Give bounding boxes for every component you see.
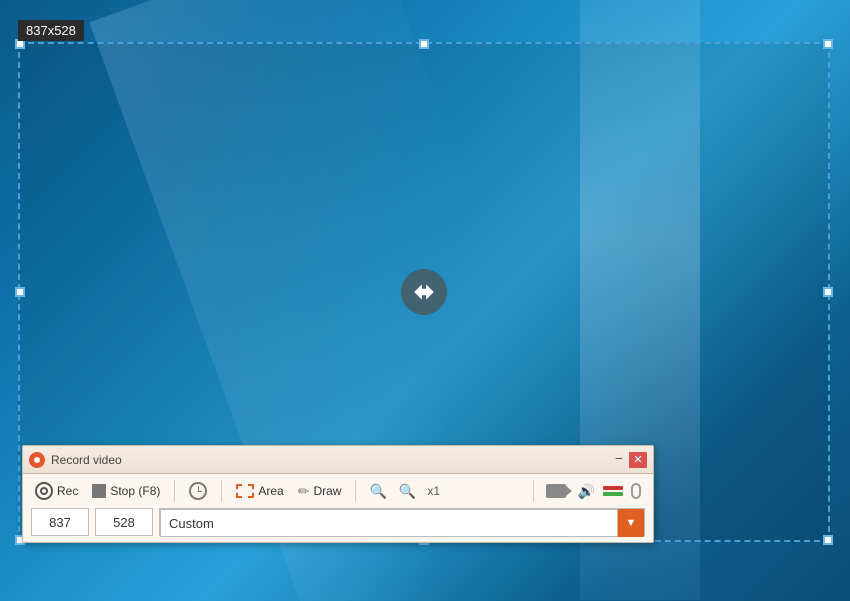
app-icon bbox=[29, 452, 45, 468]
preset-select[interactable]: Custom bbox=[160, 509, 618, 537]
zoom-in-button[interactable]: 🔍 bbox=[366, 481, 389, 502]
microphone-icon bbox=[631, 483, 641, 499]
preset-label: Custom bbox=[169, 516, 214, 531]
preset-dropdown-arrow[interactable]: ▼ bbox=[618, 509, 644, 537]
pencil-icon: ✏ bbox=[298, 483, 310, 500]
handle-top-right[interactable] bbox=[823, 39, 833, 49]
stop-button[interactable]: Stop (F8) bbox=[88, 482, 164, 500]
minimize-button[interactable]: − bbox=[611, 452, 627, 468]
handle-middle-right[interactable] bbox=[823, 287, 833, 297]
titlebar-title: Record video bbox=[51, 453, 122, 467]
clock-icon bbox=[189, 482, 207, 500]
level-green bbox=[603, 492, 623, 496]
speaker-icon: 🔊 bbox=[578, 483, 595, 500]
stop-label: Stop (F8) bbox=[110, 484, 160, 498]
level-red bbox=[603, 486, 623, 490]
height-input[interactable] bbox=[95, 508, 153, 536]
zoom-out-icon: 🔍 bbox=[399, 483, 416, 499]
zoom-out-button[interactable]: 🔍 bbox=[396, 481, 419, 502]
titlebar-buttons: − ✕ bbox=[611, 452, 647, 468]
divider-1 bbox=[174, 480, 175, 502]
audio-levels bbox=[603, 486, 623, 496]
draw-button[interactable]: ✏ Draw bbox=[294, 481, 346, 502]
camera-icon bbox=[546, 484, 566, 498]
zoom-level-label: x1 bbox=[425, 484, 442, 498]
width-input[interactable] bbox=[31, 508, 89, 536]
handle-middle-left[interactable] bbox=[15, 287, 25, 297]
draw-label: Draw bbox=[313, 484, 341, 498]
dimension-label: 837x528 bbox=[18, 20, 84, 41]
dimensions-row: Custom ▼ bbox=[31, 508, 645, 536]
desktop-background: 837x528 Record video − ✕ bbox=[0, 0, 850, 601]
handle-top-middle[interactable] bbox=[419, 39, 429, 49]
camera-button[interactable] bbox=[542, 482, 570, 500]
titlebar-left: Record video bbox=[29, 452, 122, 468]
divider-3 bbox=[355, 480, 356, 502]
rec-circle-icon bbox=[35, 482, 53, 500]
stop-icon bbox=[92, 484, 106, 498]
mic-button[interactable] bbox=[627, 481, 645, 501]
divider-4 bbox=[533, 480, 534, 502]
close-button[interactable]: ✕ bbox=[629, 452, 647, 468]
zoom-in-icon: 🔍 bbox=[369, 483, 386, 499]
right-icons: 🔊 bbox=[529, 480, 645, 502]
titlebar: Record video − ✕ bbox=[23, 446, 653, 474]
area-button[interactable]: Area bbox=[232, 482, 287, 500]
preset-dropdown-wrapper[interactable]: Custom ▼ bbox=[159, 508, 645, 536]
rec-inner-icon bbox=[40, 487, 48, 495]
rec-label: Rec bbox=[57, 484, 78, 498]
volume-button[interactable]: 🔊 bbox=[574, 481, 599, 502]
divider-2 bbox=[221, 480, 222, 502]
move-icon bbox=[401, 269, 447, 315]
area-icon bbox=[236, 484, 254, 498]
toolbar-content: Rec Stop (F8) Area bbox=[23, 474, 653, 542]
area-label: Area bbox=[258, 484, 283, 498]
record-video-toolbar: Record video − ✕ Rec bbox=[22, 445, 654, 543]
rec-button[interactable]: Rec bbox=[31, 480, 82, 502]
timer-button[interactable] bbox=[185, 480, 211, 502]
controls-row: Rec Stop (F8) Area bbox=[31, 480, 645, 502]
handle-bottom-right[interactable] bbox=[823, 535, 833, 545]
